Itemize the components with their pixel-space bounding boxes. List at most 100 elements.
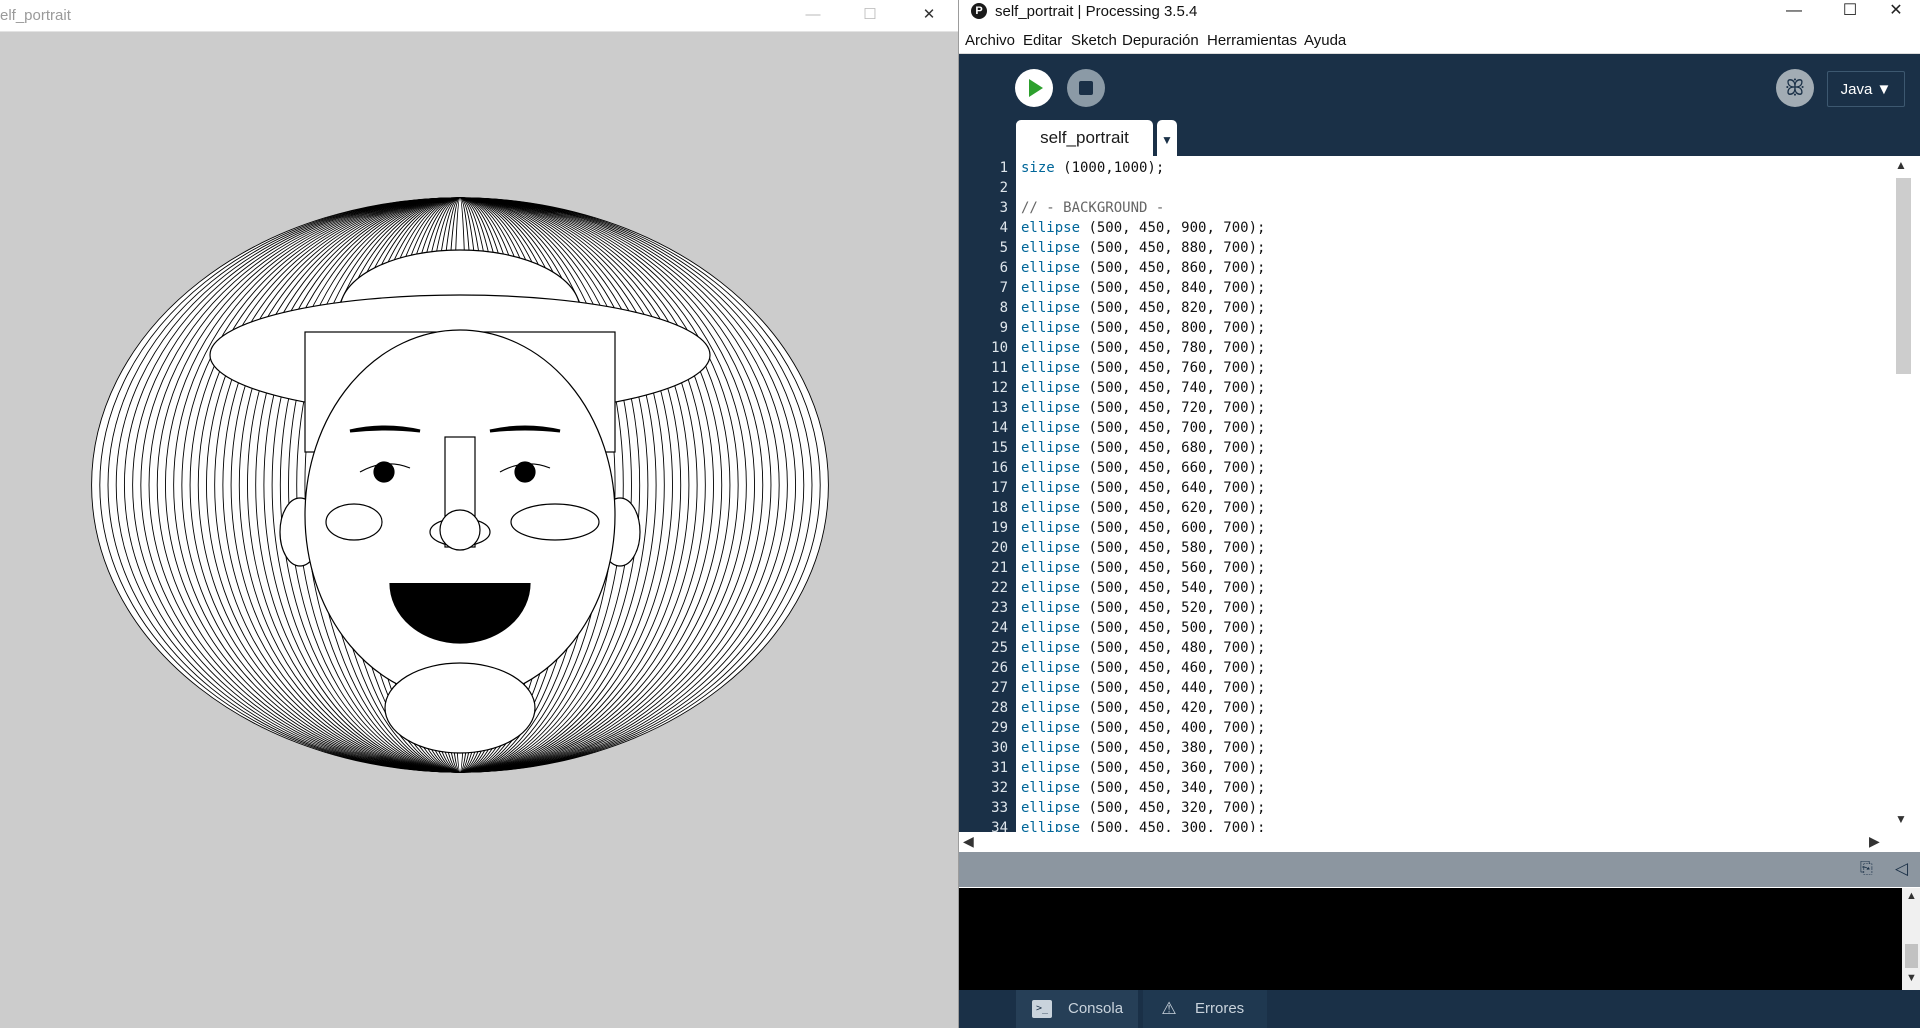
code-line[interactable]: ellipse (500, 450, 320, 700); bbox=[1021, 800, 1265, 816]
code-keyword: ellipse bbox=[1021, 820, 1081, 832]
code-line[interactable]: // - BACKGROUND - bbox=[1021, 200, 1164, 216]
code-line[interactable]: ellipse (500, 450, 860, 700); bbox=[1021, 260, 1265, 276]
line-number: 10 bbox=[991, 340, 1008, 356]
code-args: (500, 450, 720, 700); bbox=[1080, 400, 1266, 416]
line-number: 29 bbox=[991, 720, 1008, 736]
code-line[interactable]: ellipse (500, 450, 840, 700); bbox=[1021, 280, 1265, 296]
code-line[interactable]: ellipse (500, 450, 360, 700); bbox=[1021, 760, 1265, 776]
code-line[interactable]: ellipse (500, 450, 820, 700); bbox=[1021, 300, 1265, 316]
line-number: 5 bbox=[999, 240, 1008, 256]
code-args: (1000,1000); bbox=[1054, 160, 1165, 176]
code-args: (500, 450, 700, 700); bbox=[1080, 420, 1266, 436]
code-line[interactable]: ellipse (500, 450, 440, 700); bbox=[1021, 680, 1265, 696]
code-line[interactable]: ellipse (500, 450, 300, 700); bbox=[1021, 820, 1265, 832]
line-number: 25 bbox=[991, 640, 1008, 656]
scroll-up-icon[interactable]: ▲ bbox=[1895, 158, 1907, 172]
code-args: (500, 450, 800, 700); bbox=[1080, 320, 1266, 336]
ide-minimize-button[interactable]: — bbox=[1771, 0, 1817, 22]
code-line[interactable]: ellipse (500, 450, 380, 700); bbox=[1021, 740, 1265, 756]
code-line[interactable]: ellipse (500, 450, 740, 700); bbox=[1021, 380, 1265, 396]
code-line[interactable]: ellipse (500, 450, 780, 700); bbox=[1021, 340, 1265, 356]
minimize-button[interactable]: — bbox=[800, 3, 826, 27]
line-number-gutter: 1 2 3 4 5 6 7 8 9 10 11 12 13 14 15 16 17 18 19 20 21 22 23 24 2… bbox=[959, 156, 1016, 832]
code-line[interactable]: ellipse (500, 450, 420, 700); bbox=[1021, 700, 1265, 716]
run-button[interactable] bbox=[1015, 69, 1053, 107]
code-line[interactable]: ellipse (500, 450, 880, 700); bbox=[1021, 240, 1265, 256]
code-keyword: ellipse bbox=[1021, 220, 1081, 236]
code-line[interactable]: ellipse (500, 450, 720, 700); bbox=[1021, 400, 1265, 416]
code-keyword: ellipse bbox=[1021, 720, 1081, 736]
line-number: 22 bbox=[991, 580, 1008, 596]
code-keyword: ellipse bbox=[1021, 780, 1081, 796]
code-line[interactable]: ellipse (500, 450, 500, 700); bbox=[1021, 620, 1265, 636]
collapse-triangle-icon[interactable]: ◁ bbox=[1895, 859, 1908, 879]
console-scrollbar[interactable]: ▲ ▼ bbox=[1902, 888, 1920, 990]
scroll-left-icon[interactable]: ◀ bbox=[963, 833, 974, 850]
console-scroll-up-icon[interactable]: ▲ bbox=[1906, 890, 1917, 902]
console-output[interactable] bbox=[959, 888, 1902, 990]
code-line[interactable]: ellipse (500, 450, 900, 700); bbox=[1021, 220, 1265, 236]
code-line[interactable]: ellipse (500, 450, 700, 700); bbox=[1021, 420, 1265, 436]
tab-self-portrait[interactable]: self_portrait bbox=[1016, 120, 1153, 156]
code-line[interactable]: ellipse (500, 450, 560, 700); bbox=[1021, 560, 1265, 576]
line-number: 17 bbox=[991, 480, 1008, 496]
code-keyword: ellipse bbox=[1021, 540, 1081, 556]
menu-herramientas[interactable]: Herramientas bbox=[1207, 32, 1297, 49]
tab-menu-button[interactable]: ▼ bbox=[1157, 120, 1177, 156]
footer-bar: >_ Consola ⚠ Errores bbox=[959, 990, 1920, 1028]
code-editor[interactable]: size (1000,1000); // - BACKGROUND - ellips… bbox=[1016, 156, 1843, 832]
code-line[interactable]: ellipse (500, 450, 580, 700); bbox=[1021, 540, 1265, 556]
vertical-scrollbar[interactable]: ▲ ▼ bbox=[1885, 156, 1920, 832]
mode-selector[interactable]: Java ▼ bbox=[1827, 71, 1905, 107]
ide-close-button[interactable]: ✕ bbox=[1873, 0, 1919, 22]
menu-archivo[interactable]: Archivo bbox=[965, 32, 1015, 49]
menu-sketch[interactable]: Sketch bbox=[1071, 32, 1117, 49]
code-args: (500, 450, 320, 700); bbox=[1080, 800, 1266, 816]
code-line[interactable]: ellipse (500, 450, 460, 700); bbox=[1021, 660, 1265, 676]
menu-ayuda[interactable]: Ayuda bbox=[1304, 32, 1346, 49]
copy-icon[interactable]: ⎘ bbox=[1860, 860, 1878, 878]
code-args: (500, 450, 580, 700); bbox=[1080, 540, 1266, 556]
scroll-right-icon[interactable]: ▶ bbox=[1869, 833, 1880, 850]
horizontal-scrollbar[interactable]: ◀ ▶ bbox=[959, 832, 1920, 852]
code-args: (500, 450, 740, 700); bbox=[1080, 380, 1266, 396]
code-args: (500, 450, 360, 700); bbox=[1080, 760, 1266, 776]
code-line[interactable]: ellipse (500, 450, 480, 700); bbox=[1021, 640, 1265, 656]
code-line[interactable]: ellipse (500, 450, 600, 700); bbox=[1021, 520, 1265, 536]
sketch-canvas[interactable] bbox=[0, 32, 958, 1028]
code-keyword: ellipse bbox=[1021, 360, 1081, 376]
code-keyword: ellipse bbox=[1021, 420, 1081, 436]
code-line[interactable]: ellipse (500, 450, 540, 700); bbox=[1021, 580, 1265, 596]
code-line[interactable]: size (1000,1000); bbox=[1021, 160, 1164, 176]
code-line[interactable]: ellipse (500, 450, 620, 700); bbox=[1021, 500, 1265, 516]
menu-editar[interactable]: Editar bbox=[1023, 32, 1062, 49]
right-eyebrow bbox=[489, 425, 561, 433]
console-scroll-thumb[interactable] bbox=[1905, 944, 1918, 968]
tab-errores[interactable]: ⚠ Errores bbox=[1143, 990, 1267, 1028]
sketch-title: elf_portrait bbox=[0, 7, 71, 24]
tab-consola[interactable]: >_ Consola bbox=[1016, 990, 1138, 1028]
code-line[interactable]: ellipse (500, 450, 760, 700); bbox=[1021, 360, 1265, 376]
scroll-thumb[interactable] bbox=[1896, 178, 1911, 374]
code-line[interactable]: ellipse (500, 450, 340, 700); bbox=[1021, 780, 1265, 796]
code-line[interactable]: ellipse (500, 450, 800, 700); bbox=[1021, 320, 1265, 336]
code-line[interactable]: ellipse (500, 450, 640, 700); bbox=[1021, 480, 1265, 496]
code-line[interactable]: ellipse (500, 450, 660, 700); bbox=[1021, 460, 1265, 476]
code-keyword: ellipse bbox=[1021, 580, 1081, 596]
stop-button[interactable] bbox=[1067, 69, 1105, 107]
code-line[interactable]: ellipse (500, 450, 400, 700); bbox=[1021, 720, 1265, 736]
code-line[interactable]: ellipse (500, 450, 680, 700); bbox=[1021, 440, 1265, 456]
code-line[interactable]: ellipse (500, 450, 520, 700); bbox=[1021, 600, 1265, 616]
code-args: (500, 450, 440, 700); bbox=[1080, 680, 1266, 696]
debug-button[interactable]: ꕥ bbox=[1776, 69, 1814, 107]
scroll-down-icon[interactable]: ▼ bbox=[1895, 812, 1907, 826]
console-scroll-down-icon[interactable]: ▼ bbox=[1906, 972, 1917, 984]
line-number: 9 bbox=[999, 320, 1008, 336]
menu-depuracion[interactable]: Depuración bbox=[1122, 32, 1199, 49]
line-number: 24 bbox=[991, 620, 1008, 636]
maximize-button[interactable]: ☐ bbox=[857, 3, 883, 27]
ide-maximize-button[interactable]: ☐ bbox=[1827, 0, 1873, 22]
close-button[interactable]: ✕ bbox=[916, 3, 942, 27]
line-number: 21 bbox=[991, 560, 1008, 576]
console-divider-bar[interactable]: ⎘ ◁ bbox=[959, 852, 1920, 887]
